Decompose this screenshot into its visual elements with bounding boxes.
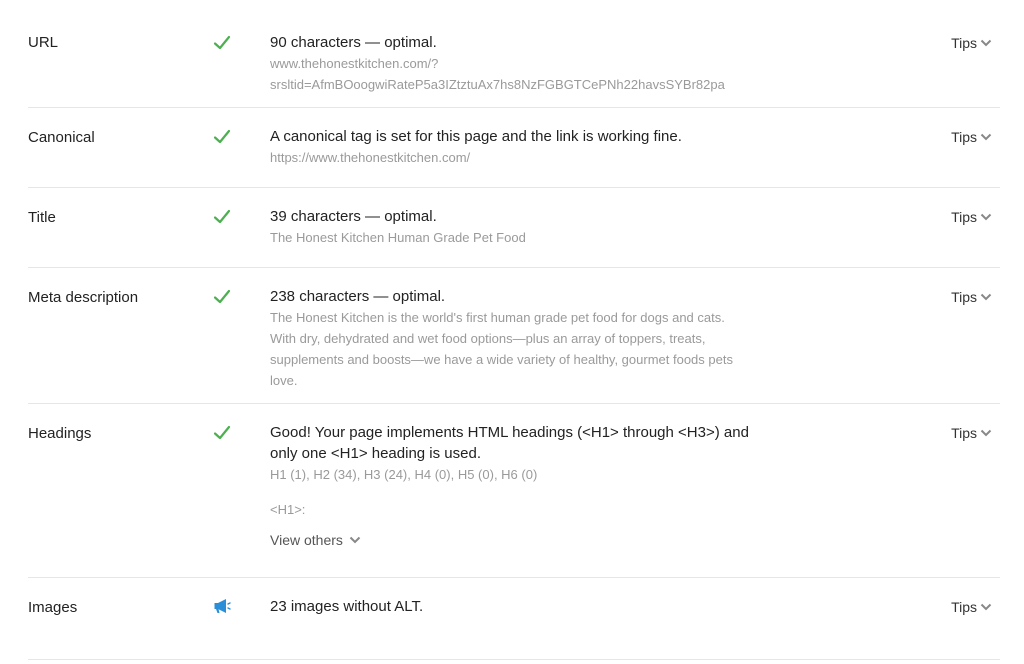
row-content: 39 characters — optimal. The Honest Kitc… — [270, 206, 770, 248]
h1-label: <H1>: — [270, 502, 306, 517]
check-icon — [213, 129, 231, 144]
heading-counts: H1 (1), H2 (34), H3 (24), H4 (0), H5 (0)… — [270, 467, 538, 482]
row-label: Meta description — [28, 289, 139, 306]
tips-toggle[interactable]: Tips — [951, 127, 992, 147]
chevron-down-icon — [980, 603, 992, 611]
audit-row-meta-description: Meta description 238 characters — optima… — [28, 268, 1000, 404]
audit-row-canonical: Canonical A canonical tag is set for thi… — [28, 108, 1000, 188]
canonical-url: https://www.thehonestkitchen.com/ — [270, 150, 471, 165]
chevron-down-icon — [980, 429, 992, 437]
row-content: A canonical tag is set for this page and… — [270, 126, 770, 168]
url-line-2: srsltid=AfmBOoogwiRateP5a3IZtztuAx7hs8Nz… — [270, 77, 725, 92]
view-others-label: View others — [270, 532, 343, 548]
row-content: 238 characters — optimal. The Honest Kit… — [270, 286, 770, 391]
row-label: Canonical — [28, 129, 95, 146]
row-main-text: A canonical tag is set for this page and… — [270, 128, 682, 145]
row-main-text-line-2: only one <H1> heading is used. — [270, 445, 481, 462]
row-label: Images — [28, 599, 78, 616]
audit-row-url: URL 90 characters — optimal. www.thehone… — [28, 0, 1000, 108]
meta-description-line-2: With dry, dehydrated and wet food option… — [270, 331, 706, 346]
chevron-down-icon — [980, 293, 992, 301]
row-main-text: 39 characters — optimal. — [270, 208, 437, 225]
page-title-value: The Honest Kitchen Human Grade Pet Food — [270, 230, 526, 245]
row-main-text: 238 characters — optimal. — [270, 288, 446, 305]
row-content: Good! Your page implements HTML headings… — [270, 422, 770, 550]
tips-label: Tips — [951, 425, 977, 441]
tips-toggle[interactable]: Tips — [951, 33, 992, 53]
meta-description-line-3: supplements and boosts—we have a wide va… — [270, 352, 733, 367]
row-main-text: 23 images without ALT. — [270, 598, 424, 615]
tips-label: Tips — [951, 129, 977, 145]
seo-audit-panel: URL 90 characters — optimal. www.thehone… — [0, 0, 1024, 664]
tips-label: Tips — [951, 599, 977, 615]
url-line-1: www.thehonestkitchen.com/? — [270, 56, 439, 71]
row-label: Title — [28, 209, 56, 226]
chevron-down-icon — [980, 213, 992, 221]
megaphone-icon — [214, 599, 231, 613]
tips-label: Tips — [951, 35, 977, 51]
check-icon — [213, 289, 231, 304]
audit-row-images: Images 23 images without ALT. Tips — [28, 578, 1000, 660]
row-label: URL — [28, 34, 59, 51]
tips-label: Tips — [951, 289, 977, 305]
tips-toggle[interactable]: Tips — [951, 597, 992, 617]
chevron-down-icon — [349, 536, 361, 544]
tips-label: Tips — [951, 209, 977, 225]
row-content: 90 characters — optimal. www.thehonestki… — [270, 32, 770, 95]
row-label: Headings — [28, 425, 92, 442]
chevron-down-icon — [980, 39, 992, 47]
tips-toggle[interactable]: Tips — [951, 423, 992, 443]
audit-row-headings: Headings Good! Your page implements HTML… — [28, 404, 1000, 578]
audit-row-title: Title 39 characters — optimal. The Hones… — [28, 188, 1000, 268]
check-icon — [213, 425, 231, 440]
check-icon — [213, 209, 231, 224]
row-main-text-line-1: Good! Your page implements HTML headings… — [270, 424, 749, 441]
check-icon — [213, 35, 231, 50]
view-others-toggle[interactable]: View others — [270, 530, 361, 550]
meta-description-line-4: love. — [270, 373, 298, 388]
row-content: 23 images without ALT. — [270, 596, 770, 617]
meta-description-line-1: The Honest Kitchen is the world's first … — [270, 310, 725, 325]
chevron-down-icon — [980, 133, 992, 141]
tips-toggle[interactable]: Tips — [951, 287, 992, 307]
row-main-text: 90 characters — optimal. — [270, 34, 437, 51]
tips-toggle[interactable]: Tips — [951, 207, 992, 227]
